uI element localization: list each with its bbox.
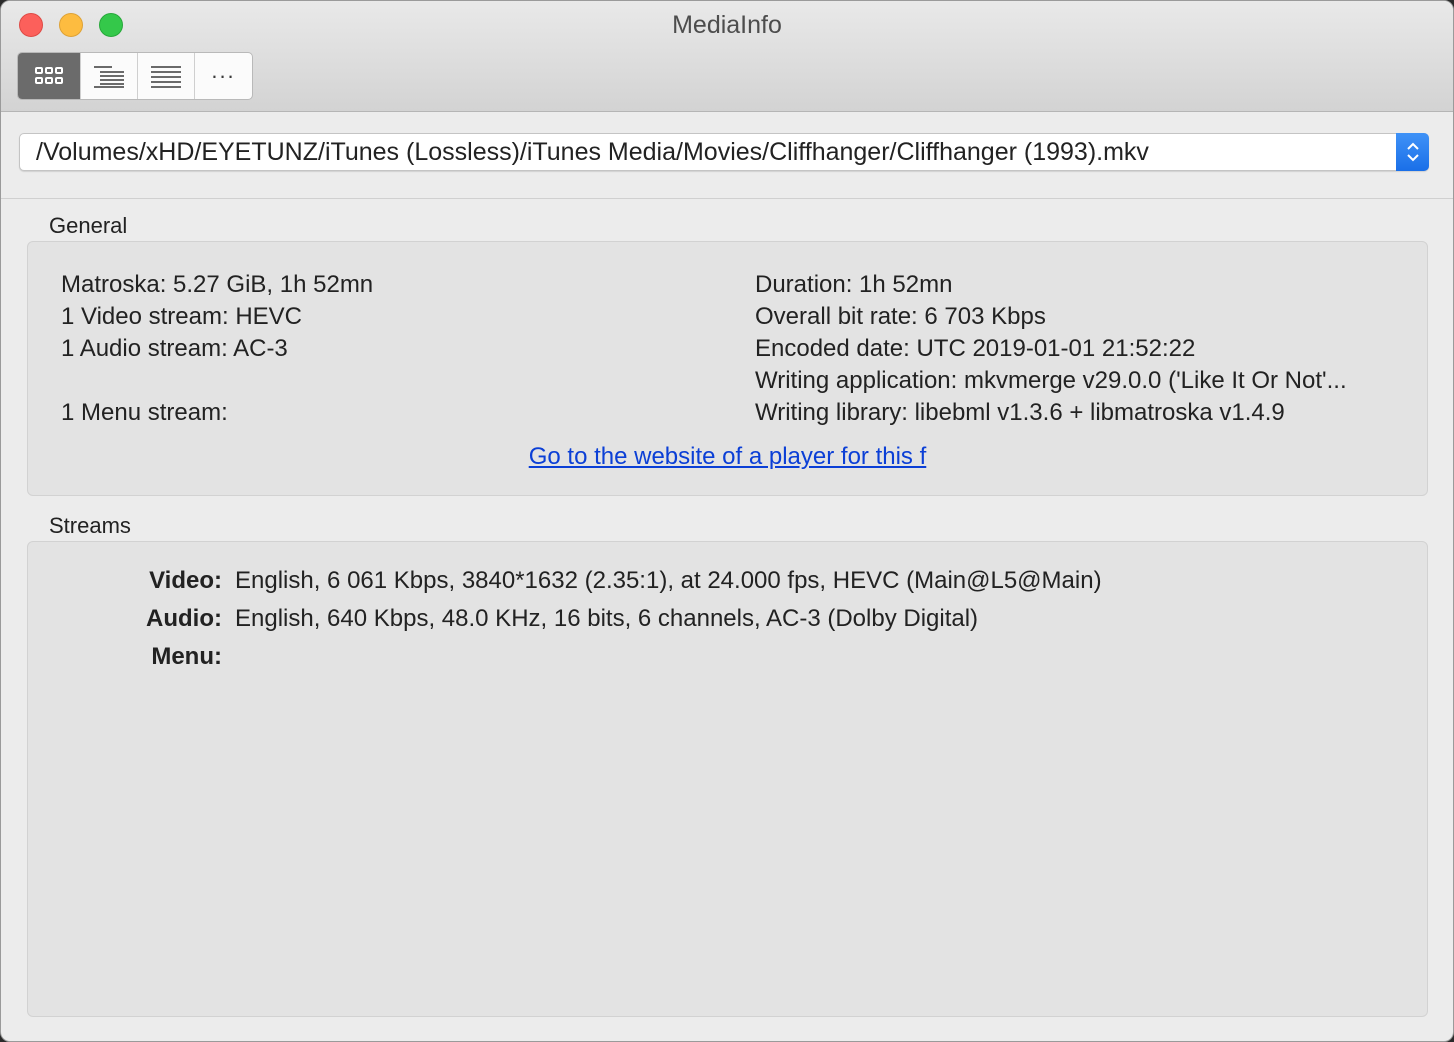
view-basic-button[interactable] [18,53,81,99]
general-info-line: Encoded date: UTC 2019-01-01 21:52:22 [755,335,1196,362]
text-list-icon [151,66,181,88]
file-path-text: /Volumes/xHD/EYETUNZ/iTunes (Lossless)/i… [36,138,1149,166]
general-info-line: Overall bit rate: 6 703 Kbps [755,303,1046,330]
stream-value: English, 6 061 Kbps, 3840*1632 (2.35:1),… [235,567,1102,594]
general-info-line: 1 Audio stream: AC-3 [61,335,288,362]
mediainfo-window: MediaInfo ... /Volumes/xHD/EYETUNZ/iTune… [0,0,1454,1042]
general-left-column: Matroska: 5.27 GiB, 1h 52mn 1 Video stre… [61,269,373,429]
general-info-line: Duration: 1h 52mn [755,271,953,298]
window-title: MediaInfo [672,11,782,39]
general-right-column: Duration: 1h 52mn Overall bit rate: 6 70… [755,269,1347,429]
general-info-line: 1 Video stream: HEVC [61,303,302,330]
view-more-button[interactable]: ... [195,53,252,99]
popup-arrows-icon[interactable] [1396,133,1429,171]
general-info-line [61,365,373,397]
stream-label: Menu: [151,643,222,670]
player-website-link[interactable]: Go to the website of a player for this f [529,443,927,470]
general-info-line: Writing application: mkvmerge v29.0.0 ('… [755,367,1347,394]
file-path-popup[interactable]: /Volumes/xHD/EYETUNZ/iTunes (Lossless)/i… [19,133,1429,171]
file-selector-row: /Volumes/xHD/EYETUNZ/iTunes (Lossless)/i… [1,112,1453,199]
chevron-up-icon [1406,142,1419,150]
more-label: ... [211,58,236,83]
stream-label: Audio: [146,605,222,632]
view-tree-button[interactable] [81,53,138,99]
chevron-down-icon [1406,154,1419,162]
view-text-button[interactable] [138,53,195,99]
stream-label: Video: [149,567,222,594]
streams-group-box: Video: English, 6 061 Kbps, 3840*1632 (2… [27,541,1428,1017]
general-info-line: Matroska: 5.27 GiB, 1h 52mn [61,271,374,298]
general-info-line: 1 Menu stream: [61,399,228,426]
tree-list-icon [94,66,124,88]
stream-value: English, 640 Kbps, 48.0 KHz, 16 bits, 6 … [235,605,979,632]
general-group-title: General [49,213,128,238]
title-bar: MediaInfo ... [1,1,1453,112]
general-group-box: Matroska: 5.27 GiB, 1h 52mn 1 Video stre… [27,241,1428,496]
streams-group-title: Streams [49,513,131,538]
player-link-container: Go to the website of a player for this f [28,443,1427,471]
view-mode-segmented-control: ... [17,52,253,100]
grid-icon [35,67,63,84]
general-info-line: Writing library: libebml v1.3.6 + libmat… [755,399,1285,426]
